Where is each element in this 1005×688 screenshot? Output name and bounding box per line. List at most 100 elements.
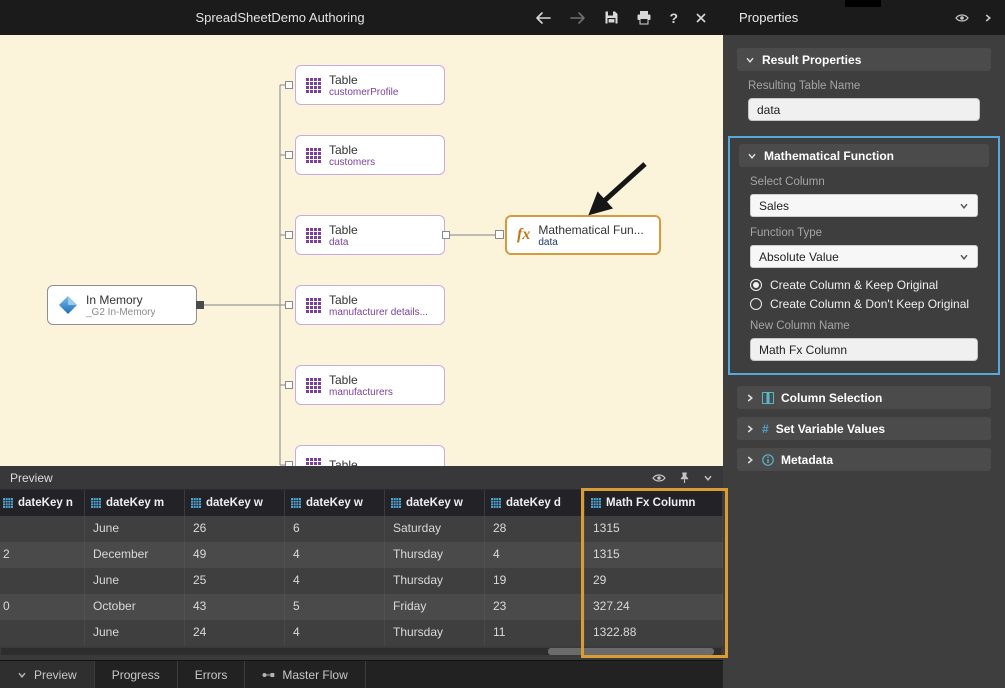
table-cell: 4 [285, 542, 385, 568]
column-header-label: Math Fx Column [606, 497, 695, 509]
horizontal-scrollbar[interactable] [1, 648, 721, 655]
section-title: Set Variable Values [776, 422, 885, 436]
table-cell: Thursday [385, 568, 485, 594]
node-mathematical-function[interactable]: fx Mathematical Fun... data [505, 215, 661, 255]
select-column-label: Select Column [750, 176, 978, 188]
chevron-right-icon [745, 393, 755, 403]
column-header[interactable]: dateKey w [285, 490, 385, 516]
tab-master-flow[interactable]: Master Flow [245, 661, 365, 688]
save-icon[interactable] [604, 10, 619, 25]
chevron-right-icon [745, 455, 755, 465]
scrollbar-thumb[interactable] [548, 648, 714, 655]
table-cell: December [85, 542, 185, 568]
chevron-down-icon [745, 55, 755, 65]
print-icon[interactable] [636, 10, 652, 25]
table-row[interactable]: 2 December 49 4 Thursday 4 1315 [0, 542, 723, 568]
node-in-memory[interactable]: In Memory _G2 In-Memory [47, 285, 197, 325]
radio-label: Create Column & Don't Keep Original [770, 297, 969, 311]
table-cell: 1315 [585, 542, 723, 568]
node-table-manufacturers[interactable]: Table manufacturers [295, 365, 445, 405]
table-cell: 49 [185, 542, 285, 568]
column-icon [291, 498, 301, 508]
radio-create-column-dont-keep-original[interactable]: Create Column & Don't Keep Original [750, 297, 978, 311]
radio-create-column-keep-original[interactable]: Create Column & Keep Original [750, 278, 978, 292]
table-row[interactable]: June 26 6 Saturday 28 1315 [0, 516, 723, 542]
table-cell: 0 [0, 594, 85, 620]
authoring-area: SpreadSheetDemo Authoring ? In Memory _G… [0, 0, 723, 688]
table-grid-icon [306, 228, 321, 243]
table-cell: 23 [485, 594, 585, 620]
section-set-variable-values[interactable]: # Set Variable Values [737, 417, 991, 440]
node-subtitle: data [329, 237, 358, 248]
annotation-arrow [592, 164, 645, 212]
node-title: In Memory [86, 293, 155, 307]
section-result-properties[interactable]: Result Properties [737, 48, 991, 71]
node-table-customers[interactable]: Table customers [295, 135, 445, 175]
node-table-data[interactable]: Table data [295, 215, 445, 255]
node-subtitle: manufacturers [329, 387, 393, 398]
table-row[interactable]: June 25 4 Thursday 19 29 [0, 568, 723, 594]
eye-icon[interactable] [652, 473, 666, 483]
section-column-selection[interactable]: Column Selection [737, 386, 991, 409]
table-grid-icon [306, 78, 321, 93]
resulting-table-name-input[interactable] [748, 98, 980, 121]
column-header[interactable]: dateKey m [85, 490, 185, 516]
chevron-down-icon [959, 201, 969, 211]
table-cell: 43 [185, 594, 285, 620]
new-column-name-input[interactable] [750, 338, 978, 361]
table-cell: 4 [485, 542, 585, 568]
select-column-dropdown[interactable]: Sales [750, 194, 978, 217]
forward-arrow-icon[interactable] [569, 11, 587, 25]
node-subtitle: customerProfile [329, 87, 398, 98]
close-icon[interactable] [695, 12, 707, 24]
radio-button-icon [750, 279, 762, 291]
section-mathematical-function[interactable]: Mathematical Function [739, 144, 989, 167]
input-port [286, 382, 293, 389]
table-cell: 1322.88 [585, 620, 723, 646]
window-accent-strip [845, 0, 881, 7]
chevron-right-icon[interactable] [983, 13, 993, 23]
preview-panel-header: Preview [0, 466, 723, 490]
tab-progress[interactable]: Progress [95, 661, 178, 688]
flow-canvas[interactable]: In Memory _G2 In-Memory Table customerPr… [0, 35, 723, 466]
fx-icon: fx [517, 226, 530, 244]
table-cell: 28 [485, 516, 585, 542]
preview-table: dateKey n dateKey m dateKey w dateKey w … [0, 490, 723, 646]
section-metadata[interactable]: Metadata [737, 448, 991, 471]
preview-panel-title: Preview [10, 471, 53, 485]
column-header[interactable]: dateKey w [385, 490, 485, 516]
column-header-math-fx[interactable]: Math Fx Column [585, 490, 723, 516]
tab-label: Master Flow [282, 668, 347, 682]
node-title: Table [329, 223, 358, 237]
section-title: Metadata [781, 453, 833, 467]
input-port [286, 82, 293, 89]
column-icon [591, 498, 601, 508]
node-table-partial[interactable]: Table [295, 445, 445, 466]
function-type-dropdown[interactable]: Absolute Value [750, 245, 978, 268]
chevron-down-icon[interactable] [703, 473, 713, 483]
tab-errors[interactable]: Errors [178, 661, 246, 688]
table-cell: Thursday [385, 620, 485, 646]
section-title: Column Selection [781, 391, 882, 405]
table-cell: 24 [185, 620, 285, 646]
section-title: Mathematical Function [764, 149, 894, 163]
table-cell: 25 [185, 568, 285, 594]
table-row[interactable]: 0 October 43 5 Friday 23 327.24 [0, 594, 723, 620]
column-header[interactable]: dateKey d [485, 490, 585, 516]
input-port [286, 232, 293, 239]
tab-label: Progress [112, 668, 160, 682]
eye-icon[interactable] [955, 13, 969, 23]
node-table-manufacturer-details[interactable]: Table manufacturer details... [295, 285, 445, 325]
node-title: Table [329, 143, 375, 157]
back-arrow-icon[interactable] [534, 11, 552, 25]
pin-icon[interactable] [679, 471, 690, 484]
input-port [496, 231, 504, 239]
node-table-customerprofile[interactable]: Table customerProfile [295, 65, 445, 105]
radio-label: Create Column & Keep Original [770, 278, 938, 292]
help-icon[interactable]: ? [669, 10, 678, 26]
table-row[interactable]: June 24 4 Thursday 11 1322.88 [0, 620, 723, 646]
column-header[interactable]: dateKey n [0, 490, 85, 516]
column-header[interactable]: dateKey w [185, 490, 285, 516]
tab-preview[interactable]: Preview [0, 661, 95, 688]
input-port [286, 152, 293, 159]
